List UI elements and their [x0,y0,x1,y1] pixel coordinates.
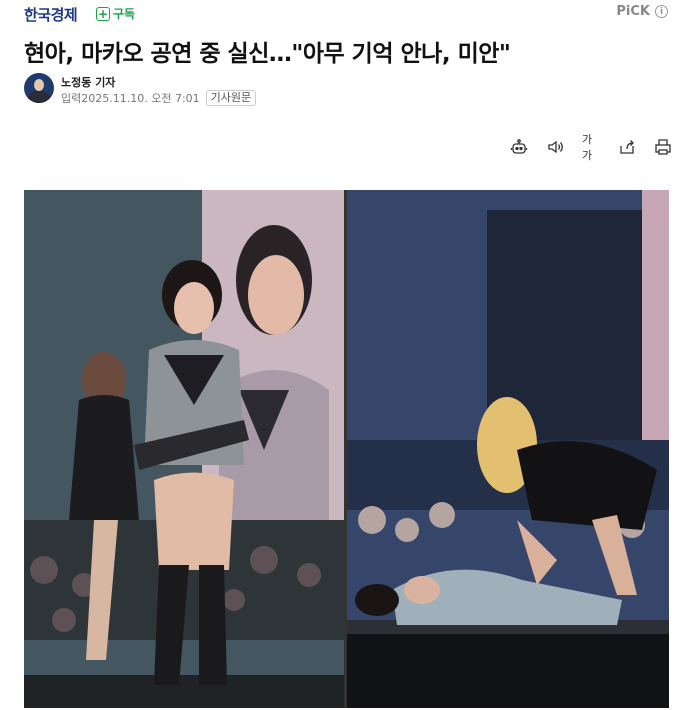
article-headline: 현아, 마카오 공연 중 실신…"아무 기억 안나, 미안" [24,41,511,67]
plus-icon: + [96,6,110,21]
pick-label: PiCK [616,4,650,19]
article-toolbar: 가가 [510,133,672,162]
original-article-button[interactable]: 기사원문 [205,90,257,106]
dateline: 입력2025.11.10. 오전 7:01 기사원문 [61,90,257,106]
robot-summary-icon[interactable] [510,138,528,156]
photo-panel-right [347,190,669,708]
print-icon[interactable] [654,138,672,156]
publish-date: 입력2025.11.10. 오전 7:01 [61,92,200,105]
speaker-icon[interactable] [546,138,564,156]
pick-badge[interactable]: PiCK i [616,4,668,19]
reporter-avatar[interactable] [24,73,54,103]
subscribe-label: 구독 [113,7,136,21]
top-bar: 한국경제 + 구독 PiCK i [0,0,690,28]
reporter-name[interactable]: 노정동 기자 [61,74,115,90]
subscribe-button[interactable]: + 구독 [96,5,135,22]
publisher-logo[interactable]: 한국경제 [24,4,78,25]
font-size-icon[interactable]: 가가 [582,133,600,162]
photo-panel-left [24,190,344,708]
info-icon[interactable]: i [655,5,668,18]
article-photo [24,190,669,708]
share-icon[interactable] [618,138,636,156]
